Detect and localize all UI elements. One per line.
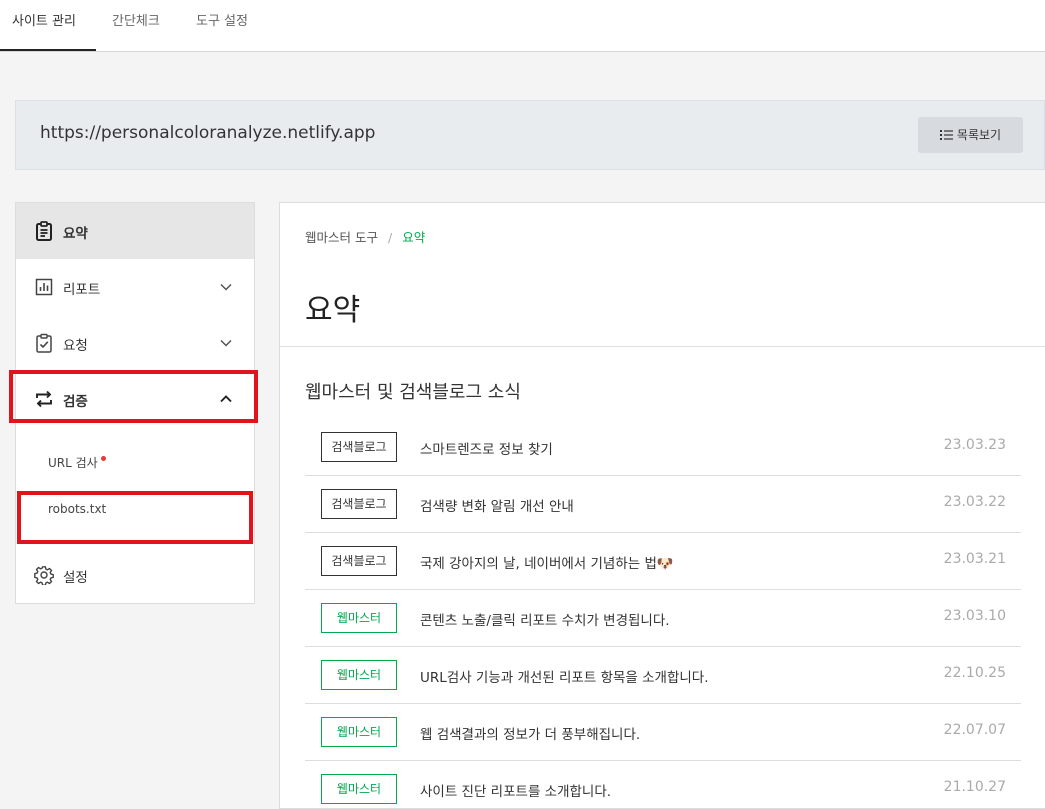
chevron-down-icon[interactable] (219, 336, 233, 350)
notification-dot (100, 456, 106, 461)
breadcrumb-root[interactable]: 웹마스터 도구 (305, 230, 378, 245)
main-content: 웹마스터 도구 / 요약 요약 웹마스터 및 검색블로그 소식 검색블로그 스마트렌… (279, 202, 1045, 809)
highlight-box-robots-txt (17, 491, 253, 544)
news-row[interactable]: 웹마스터 콘텐츠 노출/클릭 리포트 수치가 변경됩니다. 23.03.10 (305, 590, 1021, 647)
gear-icon (34, 566, 54, 585)
breadcrumb-separator: / (387, 230, 393, 245)
sidebar-subitem-label: URL 검사 (48, 456, 98, 470)
sidebar-item-report[interactable]: 리포트 (16, 259, 254, 315)
news-row[interactable]: 웹마스터 URL검사 기능과 개선된 리포트 항목을 소개합니다. 22.10.… (305, 647, 1021, 704)
sidebar-item-label: 요청 (63, 338, 88, 354)
news-title[interactable]: 스마트렌즈로 정보 찾기 (420, 438, 553, 458)
news-date: 22.07.07 (943, 722, 1006, 738)
news-row[interactable]: 검색블로그 스마트렌즈로 정보 찾기 23.03.23 (305, 419, 1021, 476)
sidebar-subitem-url-inspection[interactable]: URL 검사 (48, 454, 106, 471)
clipboard-check-icon (36, 333, 52, 353)
news-date: 23.03.23 (943, 437, 1006, 453)
news-row[interactable]: 검색블로그 검색량 변화 알림 개선 안내 23.03.22 (305, 476, 1021, 533)
page-title: 요약 (305, 293, 361, 328)
site-url-bar: https://personalcoloranalyze.netlify.app… (15, 100, 1045, 170)
news-title[interactable]: 콘텐츠 노출/클릭 리포트 수치가 변경됩니다. (420, 609, 670, 629)
list-view-button[interactable]: 목록보기 (918, 117, 1023, 153)
sidebar-item-request[interactable]: 요청 (16, 315, 254, 371)
news-date: 22.10.25 (943, 665, 1006, 681)
news-title[interactable]: 사이트 진단 리포트를 소개합니다. (420, 780, 611, 800)
sidebar-item-summary[interactable]: 요약 (16, 203, 254, 259)
news-tag: 검색블로그 (321, 489, 397, 519)
tab-site-management[interactable]: 사이트 관리 (0, 0, 96, 51)
news-date: 23.03.22 (943, 494, 1006, 510)
clipboard-icon (36, 221, 52, 241)
sidebar-item-settings[interactable]: 설정 (16, 547, 254, 603)
news-date: 23.03.10 (943, 608, 1006, 624)
chevron-down-icon[interactable] (219, 280, 233, 294)
divider (280, 346, 1045, 347)
news-tag: 검색블로그 (321, 546, 397, 576)
list-view-button-label: 목록보기 (956, 128, 1002, 142)
list-icon (939, 130, 953, 140)
news-tag: 검색블로그 (321, 432, 397, 462)
news-tag: 웹마스터 (321, 603, 397, 633)
sidebar-item-label: 리포트 (63, 282, 101, 298)
top-navigation: 사이트 관리 간단체크 도구 설정 (0, 0, 1045, 52)
site-url: https://personalcoloranalyze.netlify.app (40, 123, 376, 143)
news-tag: 웹마스터 (321, 774, 397, 804)
news-title[interactable]: 웹 검색결과의 정보가 더 풍부해집니다. (420, 723, 640, 743)
news-title[interactable]: 검색량 변화 알림 개선 안내 (420, 495, 574, 515)
news-tag: 웹마스터 (321, 660, 397, 690)
news-title[interactable]: 국제 강아지의 날, 네이버에서 기념하는 법🐶 (420, 552, 674, 572)
news-row[interactable]: 웹마스터 웹 검색결과의 정보가 더 풍부해집니다. 22.07.07 (305, 704, 1021, 761)
news-tag: 웹마스터 (321, 717, 397, 747)
tab-tool-settings[interactable]: 도구 설정 (196, 0, 248, 51)
bar-chart-icon (35, 278, 53, 296)
sidebar-item-label: 설정 (63, 570, 88, 586)
news-date: 21.10.27 (943, 779, 1006, 795)
highlight-box-verification (9, 370, 258, 423)
breadcrumb: 웹마스터 도구 / 요약 (305, 227, 425, 246)
sidebar-item-label: 요약 (63, 226, 88, 242)
breadcrumb-current: 요약 (402, 230, 426, 245)
news-row[interactable]: 검색블로그 국제 강아지의 날, 네이버에서 기념하는 법🐶 23.03.21 (305, 533, 1021, 590)
news-row[interactable]: 웹마스터 사이트 진단 리포트를 소개합니다. 21.10.27 (305, 761, 1021, 809)
news-date: 23.03.21 (943, 551, 1006, 567)
tab-quick-check[interactable]: 간단체크 (112, 0, 160, 51)
news-section-title: 웹마스터 및 검색블로그 소식 (305, 382, 521, 403)
news-title[interactable]: URL검사 기능과 개선된 리포트 항목을 소개합니다. (420, 666, 709, 686)
